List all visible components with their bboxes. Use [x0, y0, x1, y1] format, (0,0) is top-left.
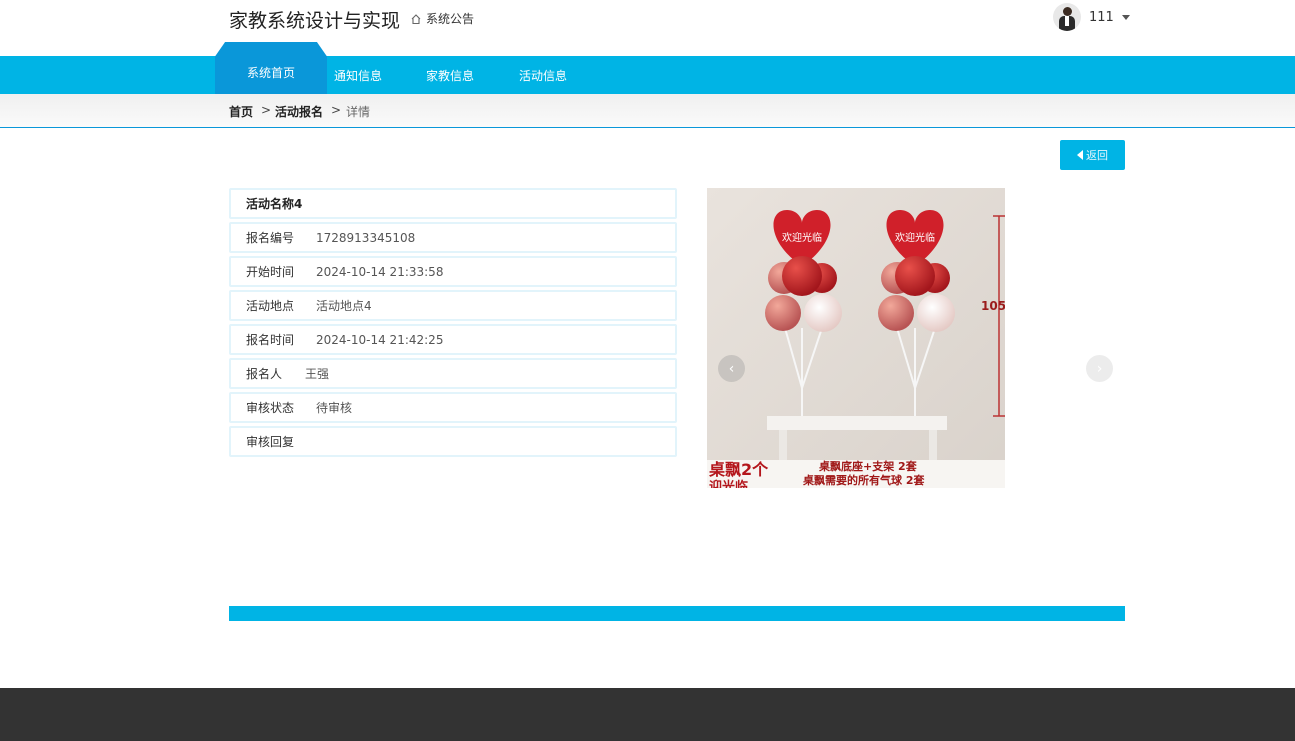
- breadcrumb-separator: >: [261, 103, 272, 117]
- user-menu[interactable]: 111: [1053, 3, 1130, 31]
- breadcrumb: 首页 > 活动报名 > 详情: [0, 94, 1295, 128]
- row-label: 报名时间: [246, 333, 295, 347]
- row-label: 审核状态: [246, 401, 295, 415]
- caret-left-icon: [1077, 150, 1083, 160]
- detail-row: 活动地点 活动地点4: [229, 290, 677, 321]
- site-title: 家教系统设计与实现: [229, 10, 401, 32]
- chevron-down-icon: [1121, 14, 1130, 20]
- detail-title-row: 活动名称4: [229, 188, 677, 219]
- system-notice-link[interactable]: 系统公告: [410, 10, 474, 27]
- row-label: 开始时间: [246, 265, 295, 279]
- row-value: 2024-10-14 21:33:58: [316, 264, 444, 279]
- breadcrumb-home[interactable]: 首页: [229, 103, 253, 120]
- chevron-right-icon: ›: [1096, 360, 1103, 377]
- row-label: 审核回复: [246, 435, 295, 449]
- nav-item-activities[interactable]: 活动信息: [519, 67, 567, 84]
- nav-item-home[interactable]: 系统首页: [247, 64, 295, 81]
- row-label: 报名人: [246, 367, 283, 381]
- svg-text:桌飘2个: 桌飘2个: [709, 460, 769, 479]
- row-value: 王强: [305, 367, 330, 381]
- detail-row: 报名编号 1728913345108: [229, 222, 677, 253]
- svg-text:迎光临: 迎光临: [709, 479, 748, 488]
- detail-row: 审核回复: [229, 426, 677, 457]
- home-icon: [411, 13, 421, 24]
- carousel-next-button[interactable]: ›: [1086, 355, 1113, 382]
- detail-row: 审核状态 待审核: [229, 392, 677, 423]
- breadcrumb-separator: >: [331, 103, 342, 117]
- row-value: 1728913345108: [316, 230, 416, 245]
- back-button-label: 返回: [1086, 149, 1108, 162]
- svg-text:欢迎光临: 欢迎光临: [782, 231, 822, 244]
- product-image: 欢迎光临 欢迎光临 105 桌飘2个 迎光临 桌飘底座+支架 2套 桌飘需要的所…: [707, 188, 1005, 488]
- nav-item-tutoring[interactable]: 家教信息: [426, 67, 474, 84]
- breadcrumb-current: 详情: [346, 105, 371, 119]
- detail-row: 开始时间 2024-10-14 21:33:58: [229, 256, 677, 287]
- row-value: 2024-10-14 21:42:25: [316, 332, 444, 347]
- activity-title: 活动名称4: [246, 197, 303, 211]
- image-carousel[interactable]: 欢迎光临 欢迎光临 105 桌飘2个 迎光临 桌飘底座+支架 2套 桌飘需要的所…: [707, 188, 1125, 488]
- detail-panel: 活动名称4 报名编号 1728913345108 开始时间 2024-10-14…: [229, 188, 677, 460]
- system-notice-label: 系统公告: [426, 12, 475, 26]
- row-value: 活动地点4: [316, 299, 372, 313]
- row-value: 待审核: [316, 401, 353, 415]
- avatar: [1053, 3, 1081, 31]
- back-button[interactable]: 返回: [1060, 140, 1125, 170]
- row-label: 报名编号: [246, 231, 295, 245]
- svg-text:桌飘底座+支架 2套: 桌飘底座+支架 2套: [818, 459, 918, 473]
- user-name: 111: [1089, 9, 1114, 25]
- breadcrumb-section[interactable]: 活动报名: [275, 103, 323, 120]
- top-header: 家教系统设计与实现 系统公告 111: [0, 0, 1295, 56]
- nav-item-notices[interactable]: 通知信息: [334, 67, 382, 84]
- page-footer: [0, 688, 1295, 741]
- svg-text:桌飘需要的所有气球 2套: 桌飘需要的所有气球 2套: [802, 473, 925, 487]
- detail-row: 报名时间 2024-10-14 21:42:25: [229, 324, 677, 355]
- row-label: 活动地点: [246, 299, 295, 313]
- detail-row: 报名人 王强: [229, 358, 677, 389]
- svg-text:欢迎光临: 欢迎光临: [895, 231, 935, 244]
- carousel-prev-button[interactable]: ‹: [718, 355, 745, 382]
- main-nav: [0, 56, 1295, 94]
- content-divider: [229, 606, 1125, 621]
- chevron-left-icon: ‹: [728, 360, 735, 377]
- svg-text:105: 105: [981, 299, 1005, 313]
